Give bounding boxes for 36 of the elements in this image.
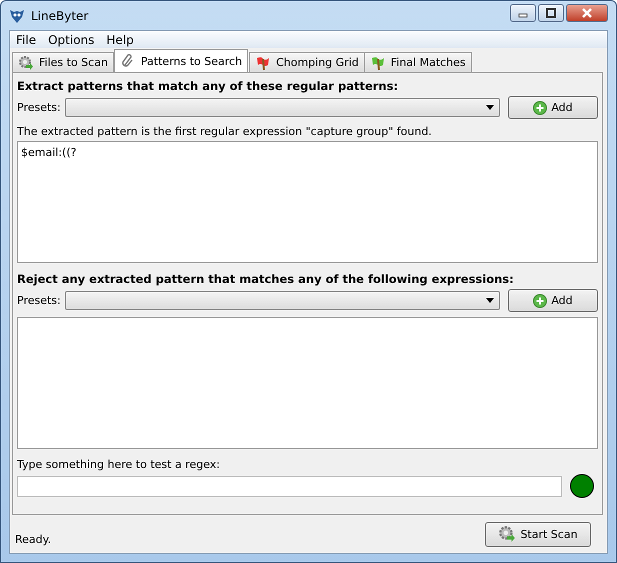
test-input-field[interactable] (17, 476, 562, 496)
start-scan-button[interactable]: Start Scan (485, 522, 591, 546)
plus-icon (533, 100, 548, 114)
presets-label: Presets: (17, 101, 59, 114)
window-title: LineByter (31, 8, 88, 22)
section-heading: Reject any extracted pattern that matches any of the following expressions: (17, 272, 515, 286)
help-text: The extracted pattern is the first regular expression "capture group" found. (17, 125, 433, 138)
add-button[interactable]: Add (508, 96, 598, 119)
tab[interactable]: Files to Scan (12, 52, 114, 72)
menu-item[interactable]: File (10, 32, 42, 46)
gear-icon (18, 54, 34, 70)
presets-dropdown[interactable] (65, 291, 500, 310)
dropdown-arrow-icon (486, 105, 494, 110)
close-icon (581, 8, 593, 18)
presets-dropdown[interactable] (65, 98, 500, 117)
menu-item[interactable]: Help (100, 32, 140, 46)
status-text: Ready. (15, 532, 52, 546)
test-label: Type something here to test a regex: (17, 458, 222, 471)
tab[interactable]: Patterns to Search (114, 49, 248, 72)
plus-icon (533, 294, 548, 308)
tab[interactable]: Final Matches (364, 52, 472, 72)
menu-item[interactable]: Options (42, 32, 100, 46)
flag-icon (370, 54, 386, 70)
close-button[interactable] (566, 4, 608, 22)
add-button[interactable]: Add (508, 289, 598, 312)
gear-icon (498, 525, 516, 543)
tab[interactable]: Chomping Grid (249, 52, 365, 72)
maximize-icon (546, 8, 556, 18)
section-heading: Extract patterns that match any of these regular patterns: (17, 79, 400, 93)
patterns-text-area[interactable]: $email:((? (17, 141, 598, 263)
maximize-button[interactable] (538, 4, 564, 22)
app-logo-icon (9, 8, 25, 24)
presets-label: Presets: (17, 294, 59, 307)
flag-icon (255, 54, 272, 70)
dropdown-arrow-icon (486, 298, 494, 303)
minimize-button[interactable] (510, 4, 536, 22)
